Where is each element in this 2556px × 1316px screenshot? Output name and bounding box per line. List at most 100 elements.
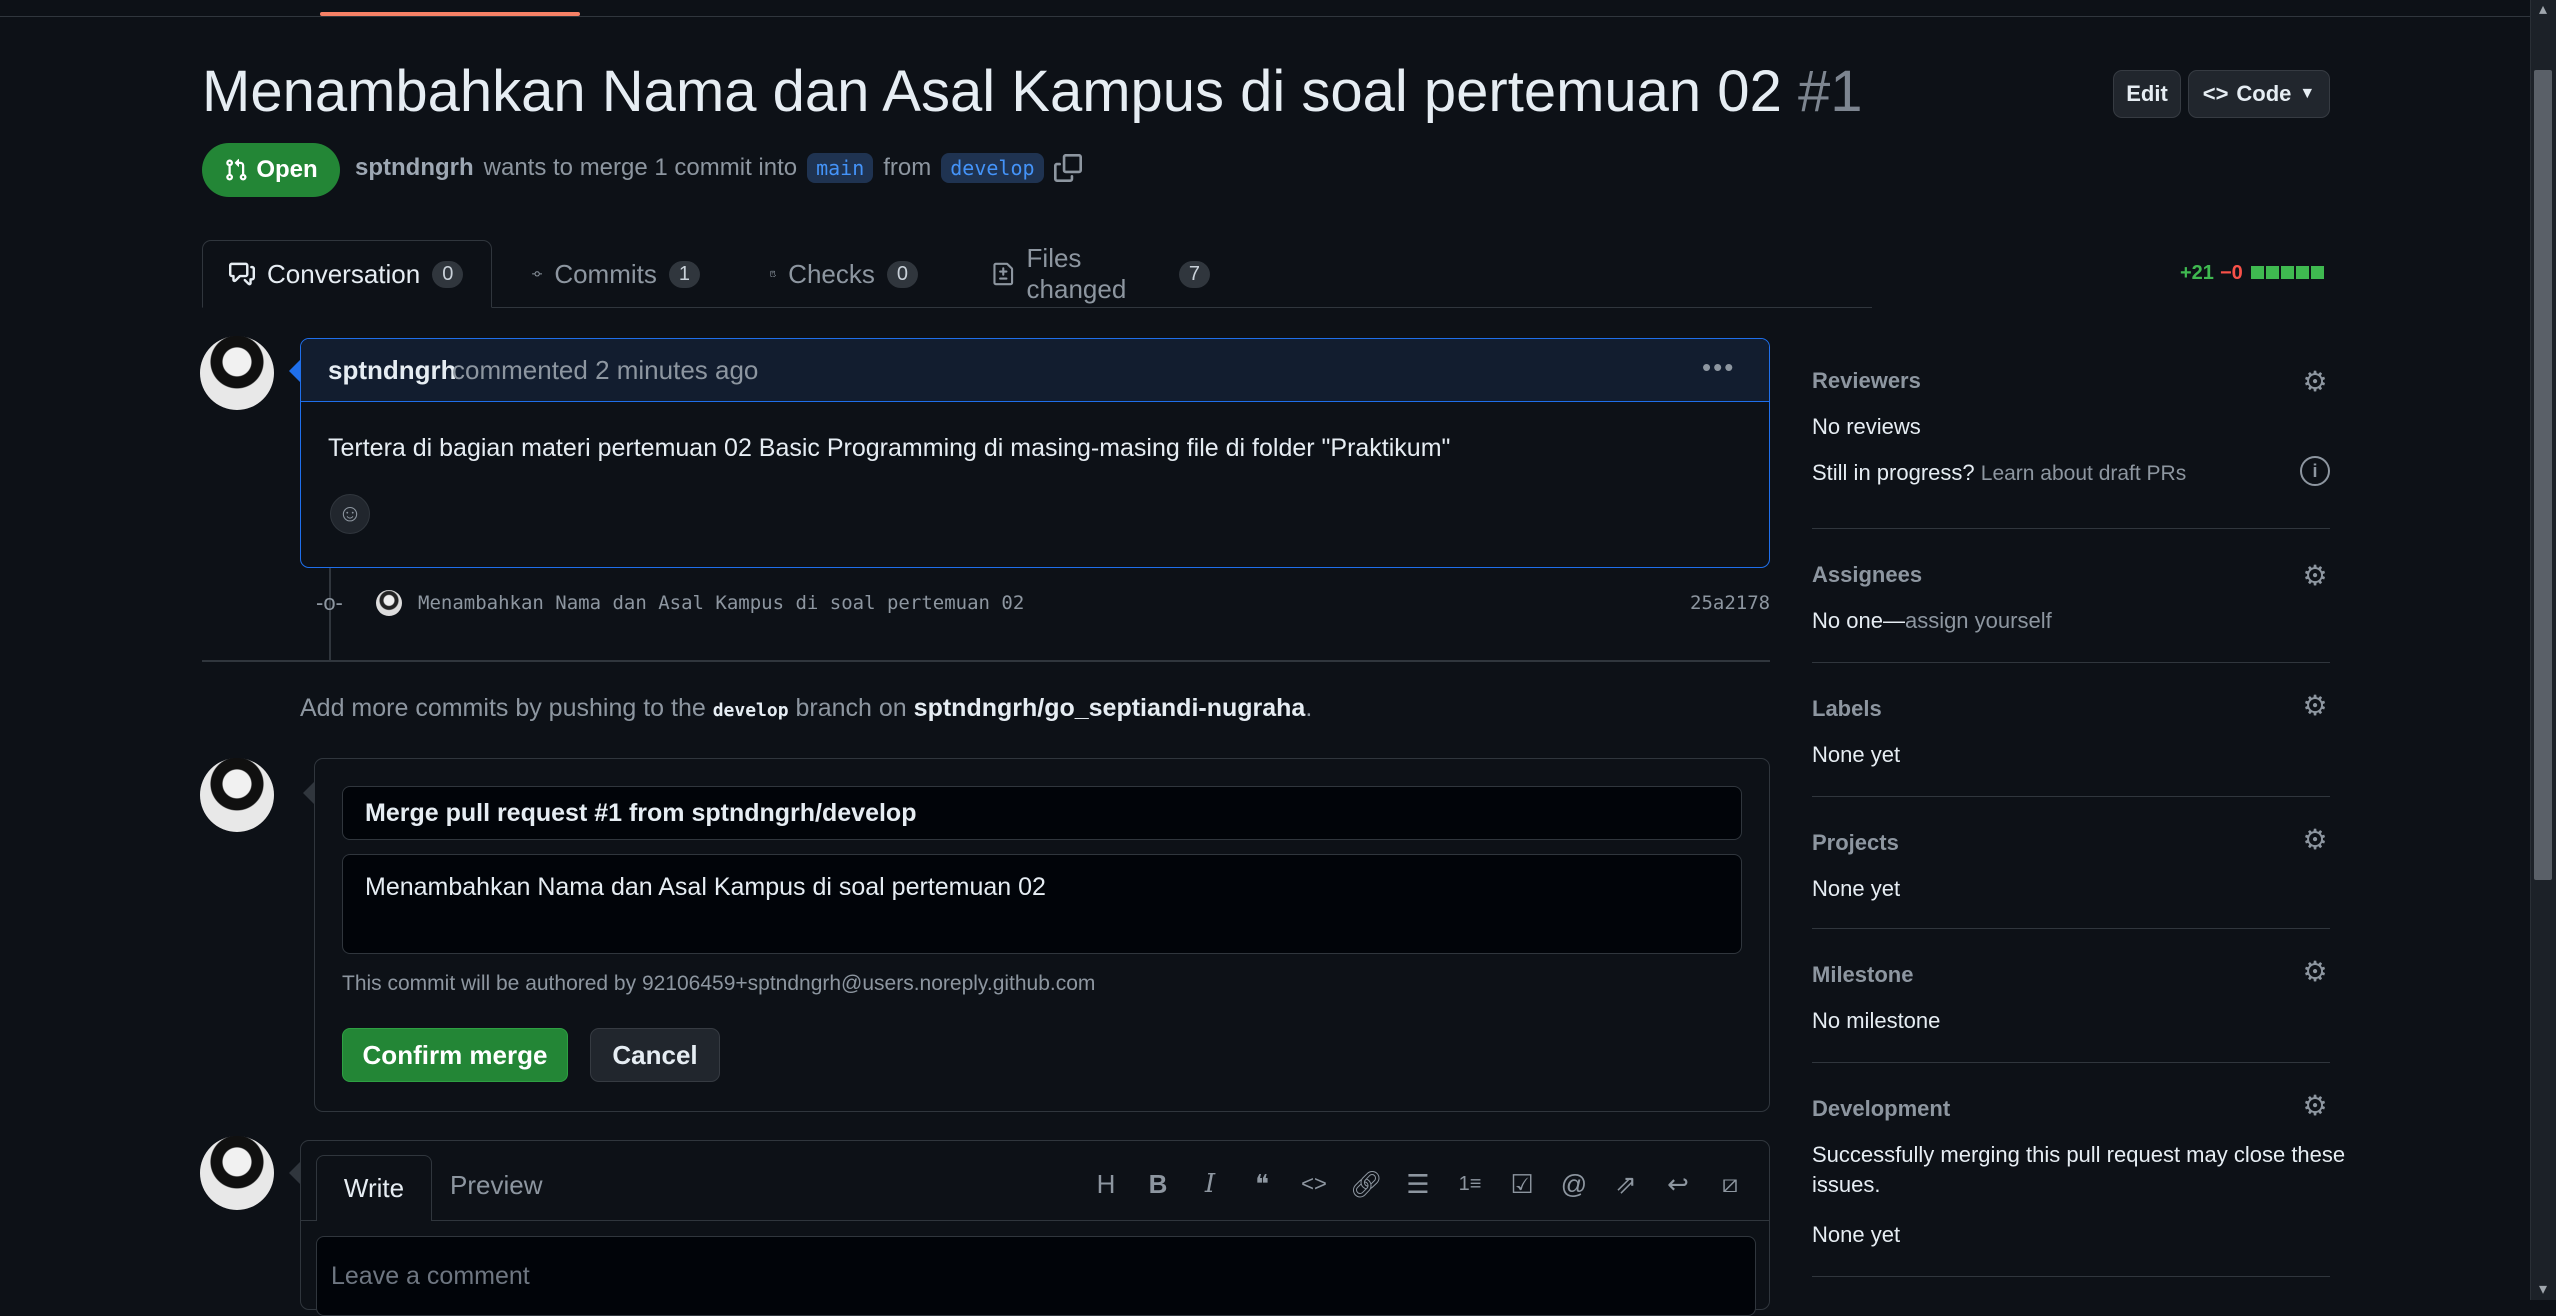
merge-form-pointer xyxy=(303,782,314,804)
bold-icon[interactable]: B xyxy=(1142,1166,1174,1202)
sidebar-divider xyxy=(1812,1062,2330,1063)
push-hint-branch: develop xyxy=(712,700,789,721)
merge-commit-body-textarea[interactable]: Menambahkan Nama dan Asal Kampus di soal… xyxy=(342,854,1742,954)
tab-preview[interactable]: Preview xyxy=(450,1170,542,1201)
tab-conversation-count: 0 xyxy=(432,260,464,288)
avatar[interactable] xyxy=(376,590,402,616)
code-icon[interactable]: <> xyxy=(1298,1166,1330,1202)
sidebar-divider xyxy=(1812,528,2330,529)
gear-icon[interactable]: ⚙ xyxy=(2300,956,2330,987)
quote-icon[interactable]: ❝ xyxy=(1246,1166,1278,1202)
commit-message-link[interactable]: Menambahkan Nama dan Asal Kampus di soal… xyxy=(418,592,1024,614)
copy-icon[interactable] xyxy=(1053,154,1082,182)
gear-icon[interactable]: ⚙ xyxy=(2300,824,2330,855)
active-nav-indicator xyxy=(320,12,580,16)
pr-state-badge: Open xyxy=(202,143,340,197)
task-list-icon[interactable]: ☑ xyxy=(1506,1166,1538,1202)
milestone-value: No milestone xyxy=(1812,1008,1941,1033)
commit-sha-link[interactable]: 25a2178 xyxy=(1690,592,1770,614)
avatar[interactable] xyxy=(200,336,274,410)
pr-title: Menambahkan Nama dan Asal Kampus di soal… xyxy=(202,58,1862,125)
info-icon[interactable]: i xyxy=(2300,456,2330,486)
assignees-heading[interactable]: Assignees xyxy=(1812,562,1922,588)
pr-meta: sptndngrh wants to merge 1 commit into m… xyxy=(355,153,1082,183)
gear-icon[interactable]: ⚙ xyxy=(2300,560,2330,591)
reviewers-heading[interactable]: Reviewers xyxy=(1812,368,1921,394)
draft-prs-link[interactable]: Learn about draft PRs xyxy=(1981,462,2186,485)
pr-number: #1 xyxy=(1797,59,1863,124)
tab-commits[interactable]: Commits 1 xyxy=(506,240,726,308)
link-icon[interactable]: 🔗︎ xyxy=(1350,1166,1383,1202)
confirm-merge-button[interactable]: Confirm merge xyxy=(342,1028,568,1082)
diffstat-bar xyxy=(2249,262,2324,285)
diff-additions: +21 xyxy=(2180,262,2214,284)
tab-checks-count: 0 xyxy=(886,260,918,288)
assignees-none: No one— xyxy=(1812,608,1905,633)
comment-timestamp[interactable]: commented 2 minutes ago xyxy=(452,355,758,386)
code-button[interactable]: <> Code ▼ xyxy=(2188,70,2330,118)
gear-icon[interactable]: ⚙ xyxy=(2300,366,2330,397)
comment-pointer xyxy=(289,360,300,382)
development-desc-line2: issues. xyxy=(1812,1172,1881,1197)
comment-input[interactable] xyxy=(316,1236,1756,1316)
tab-conversation-label: Conversation xyxy=(267,258,421,289)
merge-text: wants to merge 1 commit into xyxy=(483,154,798,181)
smiley-icon[interactable]: ☺ xyxy=(330,494,370,534)
sidebar-divider xyxy=(1812,796,2330,797)
cross-reference-icon[interactable]: ⇗ xyxy=(1610,1166,1642,1202)
milestone-heading[interactable]: Milestone xyxy=(1812,962,1913,988)
cancel-button[interactable]: Cancel xyxy=(590,1028,720,1082)
labels-heading[interactable]: Labels xyxy=(1812,696,1882,722)
tab-commits-label: Commits xyxy=(554,258,657,289)
draft-question: Still in progress? xyxy=(1812,460,1975,485)
mention-icon[interactable]: @ xyxy=(1558,1166,1590,1202)
markdown-toolbar: H B I ❝ <> 🔗︎ ☰ 1≡ ☑ @ ⇗ ↩ ⧄ xyxy=(1090,1166,1746,1202)
tab-files-changed-label: Files changed xyxy=(1026,243,1127,304)
diff-deletions: −0 xyxy=(2219,262,2243,284)
unordered-list-icon[interactable]: ☰ xyxy=(1402,1166,1434,1202)
scroll-down-arrow-icon[interactable]: ▾ xyxy=(2533,1280,2553,1300)
ordered-list-icon[interactable]: 1≡ xyxy=(1454,1166,1486,1202)
draft-hint: Still in progress? Learn about draft PRs xyxy=(1812,460,2186,486)
tab-checks[interactable]: Checks 0 xyxy=(744,240,944,308)
slash-command-icon[interactable]: ⧄ xyxy=(1714,1166,1746,1202)
gear-icon[interactable]: ⚙ xyxy=(2300,690,2330,721)
tab-conversation[interactable]: Conversation 0 xyxy=(202,240,492,308)
comment-author-link[interactable]: sptndngrh xyxy=(328,355,457,386)
reply-icon[interactable]: ↩ xyxy=(1662,1166,1694,1202)
tab-checks-label: Checks xyxy=(788,258,875,289)
file-diff-icon xyxy=(993,262,1014,286)
code-button-label: Code xyxy=(2236,81,2292,106)
avatar[interactable] xyxy=(200,1136,274,1210)
scroll-up-arrow-icon[interactable]: ▴ xyxy=(2533,0,2553,20)
development-desc-line1: Successfully merging this pull request m… xyxy=(1812,1142,2346,1167)
development-heading[interactable]: Development xyxy=(1812,1096,1950,1122)
tab-write[interactable]: Write xyxy=(316,1155,432,1221)
reviewers-value: No reviews xyxy=(1812,414,1921,439)
labels-value: None yet xyxy=(1812,742,1901,767)
pr-state-label: Open xyxy=(256,156,318,183)
edit-title-button[interactable]: Edit xyxy=(2113,70,2181,118)
heading-icon[interactable]: H xyxy=(1090,1166,1122,1202)
projects-heading[interactable]: Projects xyxy=(1812,830,1899,856)
base-branch-label[interactable]: main xyxy=(807,153,874,183)
development-value: None yet xyxy=(1812,1222,1901,1247)
italic-icon[interactable]: I xyxy=(1194,1166,1226,1202)
scrollbar-thumb[interactable] xyxy=(2534,70,2552,880)
avatar[interactable] xyxy=(200,758,274,832)
kebab-menu-icon[interactable]: ••• xyxy=(1702,352,1735,383)
assignees-value: No one—assign yourself xyxy=(1812,608,2052,634)
from-text: from xyxy=(883,154,932,181)
tab-files-changed[interactable]: Files changed 7 xyxy=(966,240,1236,308)
diffstat: +21 −0 xyxy=(2180,262,2324,285)
head-branch-label[interactable]: develop xyxy=(941,153,1044,183)
push-hint-middle: branch on xyxy=(795,694,907,722)
merge-commit-title-input[interactable] xyxy=(342,786,1742,840)
timeline-divider xyxy=(202,660,1770,662)
push-hint-suffix: . xyxy=(1305,694,1313,722)
pr-author-link[interactable]: sptndngrh xyxy=(355,154,474,182)
gear-icon[interactable]: ⚙ xyxy=(2300,1090,2330,1121)
code-icon: <> xyxy=(2202,81,2229,106)
repo-link[interactable]: sptndngrh/go_septiandi-nugraha xyxy=(914,694,1306,722)
assign-yourself-link[interactable]: assign yourself xyxy=(1905,608,2052,633)
